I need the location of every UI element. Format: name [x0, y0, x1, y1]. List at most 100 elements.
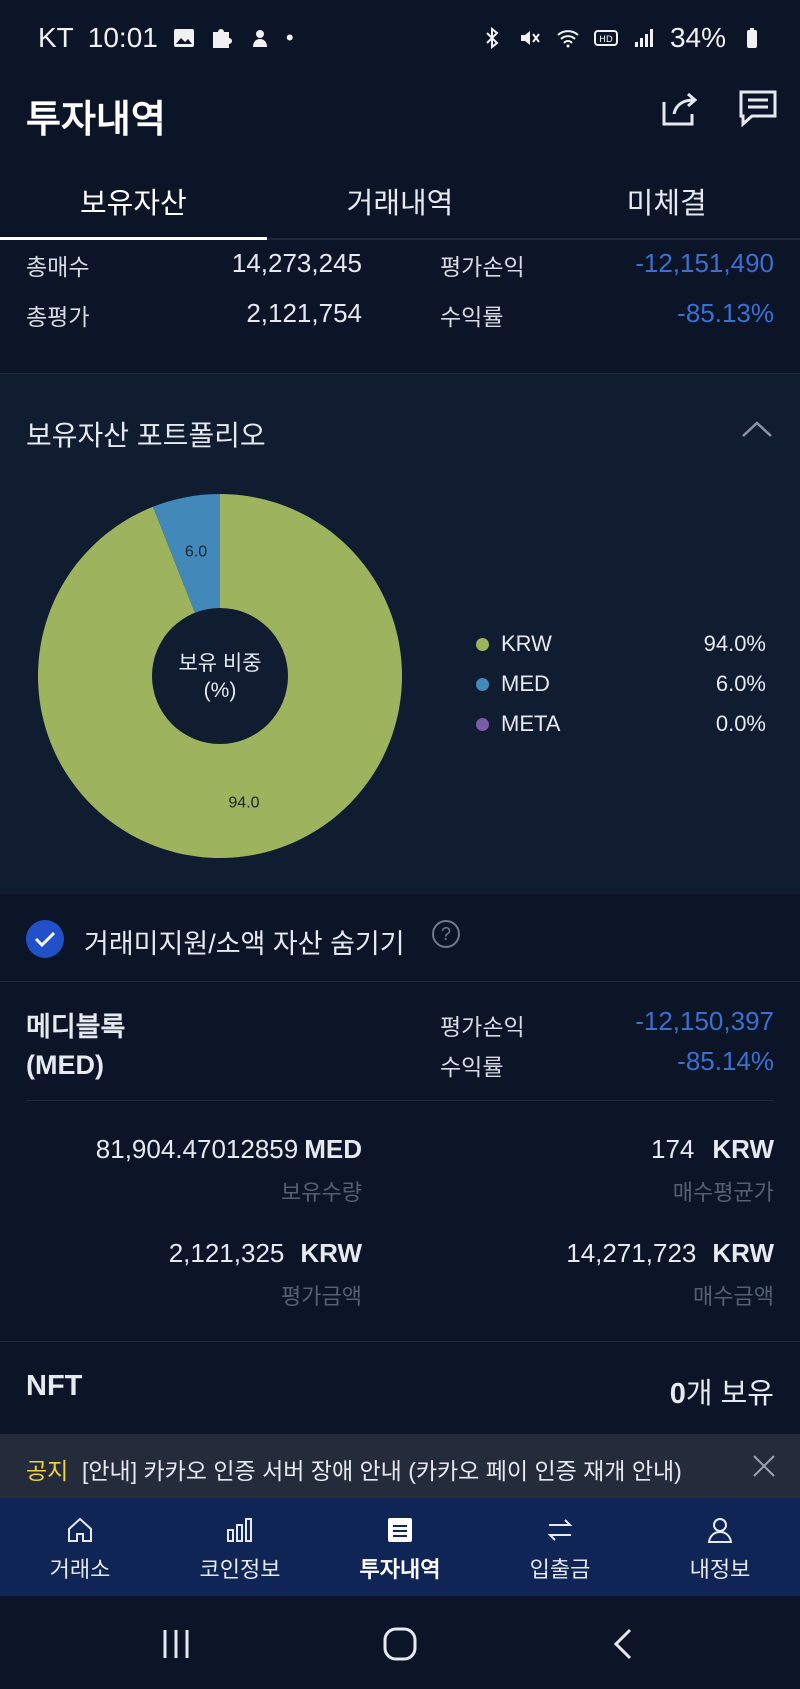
avg-price: 174	[650, 1134, 695, 1164]
tab-trade-history[interactable]: 거래내역	[267, 160, 534, 238]
eval-amount-label: 평가금액	[281, 1284, 362, 1309]
total-eval-value: 2,121,754	[246, 298, 362, 328]
legend-swatch	[476, 677, 489, 691]
chevron-up-icon[interactable]	[740, 418, 774, 440]
pie-slice-label-krw: 94.0	[228, 795, 259, 812]
transfer-icon	[547, 1519, 573, 1541]
more-dot-icon: •	[285, 25, 294, 50]
legend-value: 94.0%	[703, 631, 766, 656]
buy-amount: 14,271,723	[566, 1238, 697, 1268]
legend-label: MED	[501, 671, 550, 696]
legend-swatch	[476, 637, 489, 651]
svg-text:HD: HD	[599, 35, 613, 45]
asset-return-value: -85.14%	[677, 1046, 774, 1076]
asset-return-label: 수익률	[440, 1054, 504, 1080]
document-icon	[388, 1518, 412, 1542]
wifi-icon	[557, 30, 579, 48]
home-icon	[68, 1517, 92, 1542]
nft-count: 0개 보유	[670, 1370, 774, 1412]
nav-deposit-withdraw[interactable]: 입출금	[480, 1498, 640, 1596]
nav-coin-info-label: 코인정보	[199, 1557, 281, 1582]
help-icon[interactable]: ?	[432, 920, 460, 948]
total-buy-value: 14,273,245	[231, 248, 362, 278]
divider	[26, 1100, 774, 1101]
avg-price-unit: KRW	[712, 1134, 774, 1164]
checkmark-icon	[34, 931, 56, 948]
battery-icon	[747, 28, 757, 48]
nft-count-suffix: 개 보유	[685, 1378, 774, 1410]
summary-panel: 총매수 14,273,245 평가손익 -12,151,490 총평가 2,12…	[0, 240, 800, 374]
status-bar: KT 10:01 • HD 34%	[0, 0, 800, 76]
recent-apps-icon[interactable]	[156, 1624, 196, 1664]
tab-holdings[interactable]: 보유자산	[0, 160, 267, 240]
buy-amount-label: 매수금액	[693, 1284, 774, 1309]
nav-investments[interactable]: 투자내역	[320, 1498, 480, 1596]
asset-name: 메디블록 (MED)	[26, 1008, 125, 1084]
bluetooth-icon	[486, 26, 499, 50]
signal-icon	[634, 29, 653, 47]
clock: 10:01	[87, 22, 158, 53]
legend-value: 6.0%	[715, 671, 766, 696]
summary-row: 총평가 2,121,754 수익률 -85.13%	[0, 298, 800, 348]
nav-exchange[interactable]: 거래소	[0, 1498, 160, 1596]
pnl-label: 평가손익	[440, 254, 525, 280]
nav-coin-info[interactable]: 코인정보	[160, 1498, 320, 1596]
back-icon[interactable]	[604, 1624, 644, 1664]
nft-count-number: 0	[669, 1378, 686, 1410]
return-value: -85.13%	[677, 298, 774, 328]
donut-center-label: 보유 비중	[178, 652, 261, 675]
portfolio-title: 보유자산 포트폴리오	[26, 420, 266, 451]
page-title: 투자내역	[26, 99, 166, 141]
eval-amount-cell: 2,121,325 KRW 평가금액	[169, 1238, 362, 1311]
total-eval-label: 총평가	[26, 304, 90, 330]
avg-price-cell: 174 KRW 매수평균가	[651, 1134, 774, 1207]
holding-quantity: 81,904.47012859	[95, 1134, 299, 1164]
legend-item-med: MED 6.0%	[476, 664, 766, 704]
bar-chart-icon	[227, 1518, 252, 1542]
close-icon[interactable]	[750, 1452, 778, 1480]
legend-value: 0.0%	[715, 711, 766, 736]
legend-label: META	[501, 711, 561, 736]
nft-row[interactable]: NFT 0개 보유	[0, 1342, 800, 1434]
holding-quantity-cell: 81,904.47012859 MED 보유수량	[96, 1134, 362, 1207]
asset-ticker: (MED)	[26, 1050, 104, 1080]
pnl-value: -12,151,490	[635, 248, 774, 278]
user-icon	[707, 1518, 733, 1543]
portfolio-section: 보유자산 포트폴리오 94.0 6.0 보유 비중 (%) KRW 94.0% MED…	[0, 374, 800, 894]
share-icon[interactable]	[658, 86, 702, 130]
notice-banner[interactable]: 공지 [안내] 카카오 인증 서버 장애 안내 (카카오 페이 인증 재개 안내…	[0, 1434, 800, 1498]
home-button-icon[interactable]	[380, 1624, 420, 1664]
hide-small-assets-label[interactable]: 거래미지원/소액 자산 숨기기	[84, 922, 405, 961]
asset-card[interactable]: 메디블록 (MED) 평가손익 -12,150,397 수익률 -85.14% …	[0, 982, 800, 1342]
notice-tag: 공지	[26, 1458, 69, 1484]
legend-item-krw: KRW 94.0%	[476, 624, 766, 664]
hide-small-assets-row: 거래미지원/소액 자산 숨기기 ?	[0, 894, 800, 982]
eval-amount: 2,121,325	[168, 1238, 285, 1268]
nav-investments-label: 투자내역	[359, 1557, 441, 1582]
legend-label: KRW	[501, 631, 552, 656]
legend-item-meta: META 0.0%	[476, 704, 766, 744]
holding-unit: MED	[304, 1134, 362, 1164]
holding-quantity-label: 보유수량	[281, 1180, 362, 1205]
nft-label: NFT	[26, 1370, 83, 1402]
pie-slice-label-med: 6.0	[185, 543, 207, 560]
notification-app-icon	[252, 30, 267, 47]
asset-pnl-label: 평가손익	[440, 1014, 525, 1040]
chat-icon[interactable]	[736, 86, 780, 130]
hide-small-assets-checkbox[interactable]	[26, 920, 64, 958]
asset-name-korean: 메디블록	[26, 1012, 126, 1042]
asset-pnl-value: -12,150,397	[635, 1006, 774, 1036]
donut-hole	[152, 608, 288, 744]
nav-deposit-withdraw-label: 입출금	[529, 1557, 591, 1582]
nav-my-info[interactable]: 내정보	[640, 1498, 800, 1596]
chart-legend: KRW 94.0% MED 6.0% META 0.0%	[476, 624, 766, 744]
portfolio-donut-chart: 94.0 6.0 보유 비중 (%)	[38, 494, 402, 858]
donut-center-unit: (%)	[204, 679, 237, 702]
bottom-nav: 거래소 코인정보 투자내역 입출금 내정보	[0, 1498, 800, 1596]
carrier-label: KT	[38, 22, 74, 53]
notice-text[interactable]: [안내] 카카오 인증 서버 장애 안내 (카카오 페이 인증 재개 안내)	[82, 1452, 682, 1486]
eval-amount-unit: KRW	[300, 1238, 362, 1268]
puzzle-icon	[212, 29, 232, 48]
nav-exchange-label: 거래소	[49, 1557, 111, 1582]
tab-pending-orders[interactable]: 미체결	[533, 160, 800, 238]
